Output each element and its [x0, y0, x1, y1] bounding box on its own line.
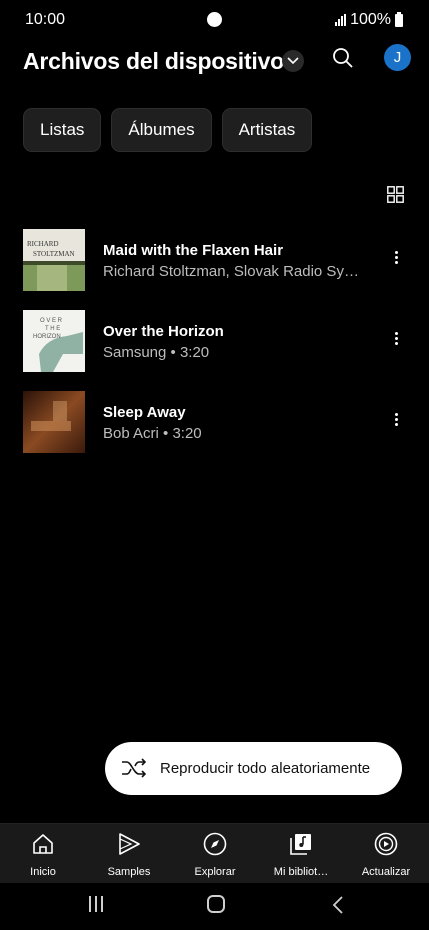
- search-icon: [333, 48, 353, 68]
- cover-text: RICHARD: [27, 240, 59, 248]
- chip-albumes[interactable]: Álbumes: [111, 108, 212, 152]
- cover-text: T H E: [45, 326, 60, 332]
- back-button[interactable]: [331, 895, 345, 915]
- upgrade-play-icon: [374, 832, 398, 856]
- track-subtitle: Samsung • 3:20: [103, 344, 210, 361]
- filter-chips: Listas Álbumes Artistas: [23, 108, 313, 152]
- source-dropdown-button[interactable]: [282, 50, 304, 72]
- more-options-button[interactable]: [388, 249, 404, 271]
- nav-label: Inicio: [30, 866, 56, 878]
- grid-view-button[interactable]: [387, 186, 404, 203]
- recent-apps-button[interactable]: [89, 896, 107, 914]
- album-art: O V E R T H E HORIZON: [23, 310, 85, 372]
- home-icon: [33, 834, 53, 854]
- status-time: 10:00: [25, 11, 66, 28]
- home-button[interactable]: [207, 895, 225, 913]
- battery-icon: [395, 11, 403, 27]
- grid-icon: [387, 186, 404, 203]
- nav-label: Samples: [107, 866, 151, 878]
- nav-biblioteca[interactable]: Mi bibliot…: [261, 832, 341, 878]
- battery-percent: 100%: [350, 11, 391, 28]
- status-icons: 100%: [335, 11, 403, 29]
- nav-actualizar[interactable]: Actualizar: [346, 832, 426, 878]
- more-options-button[interactable]: [388, 411, 404, 433]
- album-art: RICHARD STOLTZMAN: [23, 229, 85, 291]
- list-item[interactable]: O V E R T H E HORIZON Over the Horizon S…: [0, 310, 429, 372]
- avatar[interactable]: J: [384, 44, 411, 71]
- nav-samples[interactable]: Samples: [89, 832, 169, 878]
- status-bar: 10:00 100%: [0, 0, 429, 40]
- track-title: Over the Horizon: [103, 323, 224, 340]
- shuffle-icon: [122, 758, 147, 778]
- page-title: Archivos del dispositivo: [23, 48, 285, 74]
- cover-text: HORIZON: [33, 334, 61, 340]
- front-camera: [207, 12, 222, 27]
- cover-text: O V E R: [40, 318, 63, 324]
- signal-icon: [335, 14, 347, 26]
- compass-icon: [203, 832, 227, 856]
- chip-artistas[interactable]: Artistas: [221, 108, 313, 152]
- track-title: Maid with the Flaxen Hair: [103, 242, 284, 259]
- shuffle-all-button[interactable]: Reproducir todo aleatoriamente: [105, 742, 402, 795]
- nav-inicio[interactable]: Inicio: [3, 832, 83, 878]
- list-item[interactable]: RICHARD STOLTZMAN Maid with the Flaxen H…: [0, 229, 429, 291]
- nav-explorar[interactable]: Explorar: [175, 832, 255, 878]
- library-music-icon: [290, 834, 311, 855]
- track-title: Sleep Away: [103, 404, 186, 421]
- chip-listas[interactable]: Listas: [23, 108, 102, 152]
- play-outline-icon: [119, 833, 140, 855]
- album-art: [23, 391, 85, 453]
- nav-label: Explorar: [194, 866, 236, 878]
- search-button[interactable]: [331, 46, 355, 70]
- shuffle-label: Reproducir todo aleatoriamente: [160, 760, 371, 777]
- list-item[interactable]: Sleep Away Bob Acri • 3:20: [0, 391, 429, 453]
- track-subtitle: Richard Stoltzman, Slovak Radio Sym…: [103, 263, 371, 280]
- bottom-navigation: Inicio Samples Explorar Mi bibliot… Actu…: [0, 823, 429, 883]
- nav-label: Mi bibliot…: [273, 866, 329, 878]
- app-header: Archivos del dispositivo: [0, 44, 429, 80]
- nav-label: Actualizar: [361, 866, 411, 878]
- cover-text: STOLTZMAN: [33, 250, 75, 258]
- more-options-button[interactable]: [388, 330, 404, 352]
- chevron-down-icon: [287, 57, 299, 65]
- system-navigation-bar: [0, 883, 429, 930]
- back-icon: [332, 896, 343, 914]
- track-subtitle: Bob Acri • 3:20: [103, 425, 202, 442]
